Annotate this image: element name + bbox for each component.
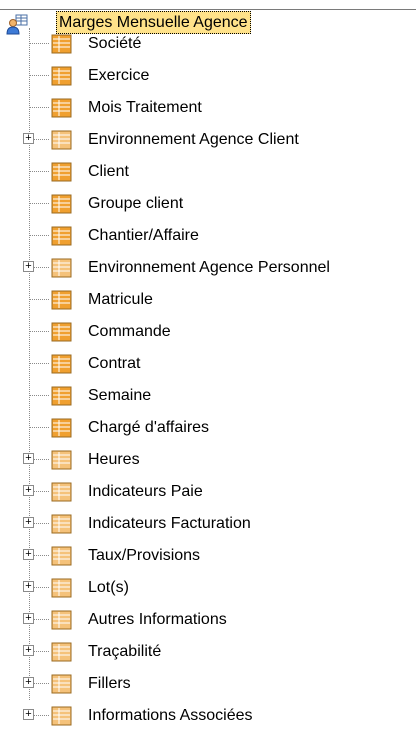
tree-connector bbox=[29, 331, 49, 332]
expand-plus-icon[interactable]: + bbox=[23, 453, 34, 464]
folder-table-icon bbox=[51, 642, 72, 662]
tree-item[interactable]: + Traçabilité bbox=[0, 636, 416, 668]
tree-item[interactable]: + Indicateurs Paie bbox=[0, 476, 416, 508]
tree-item[interactable]: + Autres Informations bbox=[0, 604, 416, 636]
tree-connector bbox=[29, 235, 49, 236]
tree-item-label: Indicateurs Facturation bbox=[88, 515, 251, 532]
tree-item-label: Indicateurs Paie bbox=[88, 483, 203, 500]
expand-plus-icon[interactable]: + bbox=[23, 709, 34, 720]
tree-item[interactable]: Client bbox=[0, 156, 416, 188]
expand-plus-icon[interactable]: + bbox=[23, 485, 34, 496]
top-border bbox=[0, 9, 416, 10]
tree-item-label: Heures bbox=[88, 451, 140, 468]
field-table-icon bbox=[51, 418, 72, 438]
field-table-icon bbox=[51, 322, 72, 342]
tree-item-label: Chantier/Affaire bbox=[88, 227, 199, 244]
tree-item-label: Autres Informations bbox=[88, 611, 227, 628]
field-table-icon bbox=[51, 290, 72, 310]
field-table-icon bbox=[51, 98, 72, 118]
tree-item[interactable]: + Taux/Provisions bbox=[0, 540, 416, 572]
tree-item-label: Taux/Provisions bbox=[88, 547, 201, 564]
expand-plus-icon[interactable]: + bbox=[23, 645, 34, 656]
tree-view: Marges Mensuelle Agence Société Exercice M… bbox=[0, 0, 416, 742]
field-table-icon bbox=[51, 226, 72, 246]
tree-item-label: Informations Associées bbox=[88, 707, 253, 724]
tree-item[interactable]: + Environnement Agence Personnel bbox=[0, 252, 416, 284]
tree-item[interactable]: Contrat bbox=[0, 348, 416, 380]
tree-item[interactable]: + Fillers bbox=[0, 668, 416, 700]
expand-plus-icon[interactable]: + bbox=[23, 581, 34, 592]
tree-item-label: Environnement Agence Client bbox=[88, 131, 299, 148]
expand-plus-icon[interactable]: + bbox=[23, 261, 34, 272]
field-table-icon bbox=[51, 66, 72, 86]
tree-item[interactable]: Commande bbox=[0, 316, 416, 348]
tree-connector bbox=[29, 395, 49, 396]
folder-table-icon bbox=[51, 130, 72, 150]
tree-item-label: Traçabilité bbox=[88, 643, 162, 660]
field-table-icon bbox=[51, 34, 72, 54]
folder-table-icon bbox=[51, 258, 72, 278]
tree-item-label: Chargé d'affaires bbox=[88, 419, 210, 436]
folder-table-icon bbox=[51, 706, 72, 726]
tree-item[interactable]: + Heures bbox=[0, 444, 416, 476]
tree-item-label: Société bbox=[88, 35, 142, 52]
tree-item-label: Environnement Agence Personnel bbox=[88, 259, 330, 276]
tree-item-label: Mois Traitement bbox=[88, 99, 202, 116]
tree-item[interactable]: + Informations Associées bbox=[0, 700, 416, 732]
tree-item[interactable]: Exercice bbox=[0, 60, 416, 92]
tree-item-label: Commande bbox=[88, 323, 171, 340]
field-table-icon bbox=[51, 354, 72, 374]
tree-item[interactable]: Matricule bbox=[0, 284, 416, 316]
tree-connector bbox=[29, 299, 49, 300]
expand-plus-icon[interactable]: + bbox=[23, 549, 34, 560]
folder-table-icon bbox=[51, 514, 72, 534]
folder-table-icon bbox=[51, 450, 72, 470]
expand-plus-icon[interactable]: + bbox=[23, 613, 34, 624]
tree-connector bbox=[29, 427, 49, 428]
tree-connector bbox=[29, 203, 49, 204]
tree-item[interactable]: Chargé d'affaires bbox=[0, 412, 416, 444]
expand-plus-icon[interactable]: + bbox=[23, 517, 34, 528]
folder-table-icon bbox=[51, 546, 72, 566]
tree-item[interactable]: Chantier/Affaire bbox=[0, 220, 416, 252]
expand-plus-icon[interactable]: + bbox=[23, 677, 34, 688]
tree-item-label: Exercice bbox=[88, 67, 150, 84]
tree-item[interactable]: + Lot(s) bbox=[0, 572, 416, 604]
folder-table-icon bbox=[51, 610, 72, 630]
tree-item[interactable]: Semaine bbox=[0, 380, 416, 412]
tree-item[interactable]: + Environnement Agence Client bbox=[0, 124, 416, 156]
tree-item-label: Semaine bbox=[88, 387, 152, 404]
field-table-icon bbox=[51, 162, 72, 182]
folder-table-icon bbox=[51, 674, 72, 694]
tree-connector bbox=[29, 171, 49, 172]
folder-table-icon bbox=[51, 482, 72, 502]
field-table-icon bbox=[51, 194, 72, 214]
tree-connector bbox=[29, 107, 49, 108]
tree-connector bbox=[29, 363, 49, 364]
tree-item-label: Groupe client bbox=[88, 195, 184, 212]
folder-table-icon bbox=[51, 578, 72, 598]
tree-item[interactable]: Société bbox=[0, 28, 416, 60]
tree-item-label: Contrat bbox=[88, 355, 141, 372]
tree-item[interactable]: + Indicateurs Facturation bbox=[0, 508, 416, 540]
tree-item-label: Fillers bbox=[88, 675, 131, 692]
tree-connector bbox=[29, 75, 49, 76]
tree-item[interactable]: Mois Traitement bbox=[0, 92, 416, 124]
tree-item-label: Matricule bbox=[88, 291, 153, 308]
field-table-icon bbox=[51, 386, 72, 406]
expand-plus-icon[interactable]: + bbox=[23, 133, 34, 144]
tree-connector bbox=[29, 43, 49, 44]
tree-item-label: Client bbox=[88, 163, 129, 180]
tree-item[interactable]: Groupe client bbox=[0, 188, 416, 220]
tree-item-label: Lot(s) bbox=[88, 579, 129, 596]
